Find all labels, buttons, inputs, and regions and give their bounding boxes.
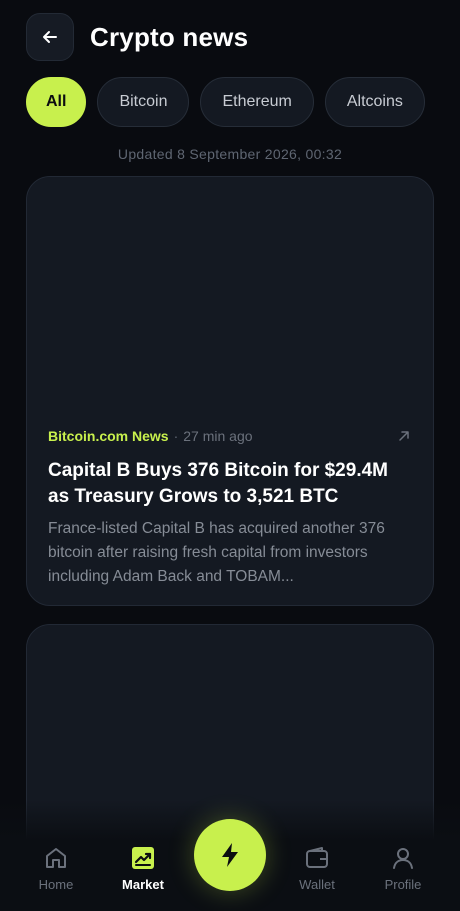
updated-timestamp: Updated 8 September 2026, 00:32: [117, 146, 343, 162]
nav-profile[interactable]: Profile: [363, 839, 443, 911]
user-icon: [393, 848, 413, 869]
news-card[interactable]: Bitcoin.com News · 27 min ago Capital B …: [26, 176, 434, 606]
meta-separator: ·: [173, 428, 179, 444]
news-source: Bitcoin.com News: [48, 428, 169, 444]
nav-home[interactable]: Home: [16, 839, 96, 911]
lightning-bolt-icon: [222, 843, 238, 867]
arrow-left-icon: [43, 31, 57, 43]
nav-wallet[interactable]: Wallet: [277, 839, 357, 911]
quick-action-button[interactable]: [194, 819, 266, 891]
nav-profile-label: Profile: [384, 877, 422, 892]
filter-chip-altcoins[interactable]: Altcoins: [324, 77, 425, 127]
news-title[interactable]: Capital B Buys 376 Bitcoin for $29.4M as…: [48, 458, 412, 510]
home-icon: [46, 848, 66, 868]
filter-chips: All Bitcoin Ethereum Altcoins: [26, 77, 434, 127]
page-title: Crypto news: [90, 21, 249, 52]
news-description: France-listed Capital B has acquired ano…: [48, 520, 385, 585]
chart-icon: [132, 847, 154, 869]
nav-market[interactable]: Market: [103, 839, 183, 911]
nav-market-label: Market: [122, 877, 164, 892]
back-button[interactable]: [26, 13, 74, 61]
news-image: [27, 177, 433, 417]
nav-wallet-label: Wallet: [299, 877, 335, 892]
nav-home-label: Home: [38, 877, 74, 892]
filter-chip-all[interactable]: All: [26, 77, 87, 127]
news-time: 27 min ago: [183, 428, 253, 444]
filter-chip-bitcoin[interactable]: Bitcoin: [97, 77, 190, 127]
filter-chip-ethereum[interactable]: Ethereum: [200, 77, 314, 127]
news-meta: Bitcoin.com News · 27 min ago: [48, 428, 412, 444]
wallet-icon: [306, 847, 328, 868]
crypto-news-screen: Crypto news All Bitcoin Ethereum Altcoin…: [0, 0, 460, 911]
external-link-icon[interactable]: [396, 428, 412, 444]
header: Crypto news: [26, 13, 248, 61]
